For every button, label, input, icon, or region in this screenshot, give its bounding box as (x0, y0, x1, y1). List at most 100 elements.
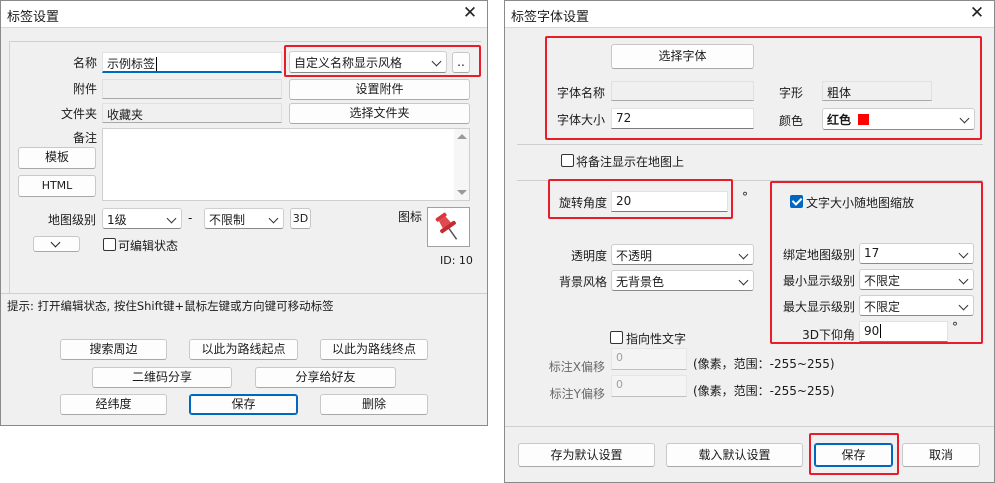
divider (517, 144, 983, 145)
pitch-input-value: 90 (864, 324, 880, 338)
y-offset-hint: (像素，范围：-255~255) (693, 384, 835, 398)
x-offset-label: 标注X偏移 (548, 360, 605, 374)
x-offset-input[interactable]: 0 (611, 348, 687, 370)
max-level-label: 最大显示级别 (782, 300, 855, 314)
icon-id: ID: 10 (440, 254, 473, 267)
min-level-value: 不限定 (864, 274, 901, 288)
show-note-checkbox[interactable] (561, 154, 574, 167)
font-style-label: 字形 (779, 86, 804, 100)
icon-label: 图标 (398, 210, 423, 224)
chevron-down-icon (431, 56, 442, 67)
note-scrollbar[interactable] (454, 129, 469, 200)
level-max-select[interactable]: 不限制 (204, 208, 284, 229)
color-select[interactable]: 红色 (822, 108, 975, 130)
font-size-input[interactable]: 72 (611, 108, 754, 129)
y-offset-input[interactable]: 0 (611, 375, 687, 397)
rotation-degree: ° (742, 190, 748, 204)
save-button[interactable]: 保存 (814, 443, 893, 467)
font-name-label: 字体名称 (557, 86, 606, 100)
chevron-down-icon (268, 213, 279, 224)
bg-style-select[interactable]: 无背景色 (611, 270, 754, 291)
save-button[interactable]: 保存 (189, 394, 298, 415)
max-level-select[interactable]: 不限定 (859, 295, 974, 316)
share-friend-button[interactable]: 分享给好友 (255, 367, 396, 388)
level-min-select[interactable]: 1级 (102, 208, 182, 229)
title-bar: 标签字体设置 ✕ (505, 1, 994, 28)
dialog-title: 标签字体设置 (511, 10, 590, 25)
transparency-select[interactable]: 不透明 (611, 244, 754, 265)
pitch-label: 3D下仰角 (802, 328, 855, 342)
load-default-button[interactable]: 载入默认设置 (666, 443, 803, 467)
level-dash: - (188, 211, 193, 225)
rotation-label: 旋转角度 (559, 196, 608, 210)
editable-checkbox[interactable] (103, 238, 116, 251)
pitch-degree: ° (952, 320, 958, 334)
expand-button[interactable] (33, 236, 80, 252)
bind-level-label: 绑定地图级别 (782, 248, 855, 262)
name-input[interactable]: 示例标签 (102, 52, 282, 73)
html-button[interactable]: HTML (18, 175, 96, 197)
bind-level-select[interactable]: 17 (859, 243, 974, 264)
color-label: 颜色 (779, 114, 804, 128)
note-label: 备注 (72, 131, 97, 145)
level-min-value: 1级 (107, 213, 127, 227)
chevron-down-icon (738, 275, 749, 286)
close-icon[interactable]: ✕ (459, 2, 481, 26)
pitch-input[interactable]: 90 (859, 321, 948, 342)
chevron-down-icon (959, 113, 970, 124)
route-start-button[interactable]: 以此为路线起点 (189, 339, 298, 360)
choose-font-button[interactable]: 选择字体 (611, 44, 754, 69)
choose-folder-button[interactable]: 选择文件夹 (289, 103, 470, 124)
label-settings-dialog: 标签设置 ✕ 名称 示例标签 自定义名称显示风格 .. 附件 设置附件 文件夹 … (0, 0, 488, 426)
scroll-up-icon[interactable] (457, 134, 467, 139)
x-offset-hint: (像素，范围：-255~255) (693, 357, 835, 371)
font-size-label: 字体大小 (557, 113, 606, 127)
font-style-field: 粗体 (822, 81, 932, 101)
min-level-label: 最小显示级别 (782, 274, 855, 288)
color-select-value: 红色 (827, 113, 852, 127)
bind-level-value: 17 (864, 246, 880, 260)
folder-field: 收藏夹 (102, 103, 282, 123)
more-style-button[interactable]: .. (452, 52, 470, 73)
scroll-down-icon[interactable] (457, 190, 467, 195)
name-label: 名称 (72, 56, 97, 70)
cancel-button[interactable]: 取消 (902, 443, 980, 467)
3d-button[interactable]: 3D (290, 208, 311, 229)
latlng-button[interactable]: 经纬度 (60, 394, 167, 415)
style-select[interactable]: 自定义名称显示风格 (289, 51, 447, 73)
transparency-label: 透明度 (570, 249, 607, 263)
divider (505, 426, 994, 427)
icon-picker[interactable] (427, 207, 470, 247)
directional-checkbox[interactable] (610, 331, 623, 344)
title-bar: 标签设置 ✕ (1, 1, 487, 28)
style-select-value: 自定义名称显示风格 (294, 56, 403, 70)
attachment-field (102, 79, 282, 99)
color-swatch (857, 114, 869, 125)
template-button[interactable]: 模板 (18, 147, 96, 169)
save-default-button[interactable]: 存为默认设置 (518, 443, 655, 467)
attachment-label: 附件 (72, 82, 97, 96)
search-nearby-button[interactable]: 搜索周边 (60, 339, 167, 360)
set-attachment-button[interactable]: 设置附件 (289, 79, 470, 100)
delete-button[interactable]: 删除 (320, 394, 428, 415)
chevron-down-icon (166, 213, 177, 224)
chevron-down-icon (50, 237, 61, 248)
y-offset-label: 标注Y偏移 (549, 387, 605, 401)
font-settings-dialog: 标签字体设置 ✕ 选择字体 字体名称 字形 粗体 字体大小 72 颜色 红色 将… (504, 0, 995, 483)
route-end-button[interactable]: 以此为路线终点 (320, 339, 428, 360)
rotation-input[interactable]: 20 (611, 191, 728, 212)
transparency-value: 不透明 (616, 249, 653, 263)
font-name-field (611, 81, 754, 101)
scale-with-map-label: 文字大小随地图缩放 (806, 196, 915, 210)
close-icon[interactable]: ✕ (966, 2, 988, 26)
chevron-down-icon (958, 300, 969, 311)
chevron-down-icon (738, 249, 749, 260)
note-textarea[interactable] (102, 128, 470, 201)
hint-text: 提示: 打开编辑状态, 按住Shift键+鼠标左键或方向键可移动标签 (7, 299, 334, 313)
chevron-down-icon (958, 248, 969, 259)
level-max-value: 不限制 (209, 213, 246, 227)
dialog-title: 标签设置 (7, 10, 60, 25)
qr-share-button[interactable]: 二维码分享 (92, 367, 232, 388)
min-level-select[interactable]: 不限定 (859, 269, 974, 290)
scale-with-map-checkbox[interactable] (790, 195, 803, 208)
